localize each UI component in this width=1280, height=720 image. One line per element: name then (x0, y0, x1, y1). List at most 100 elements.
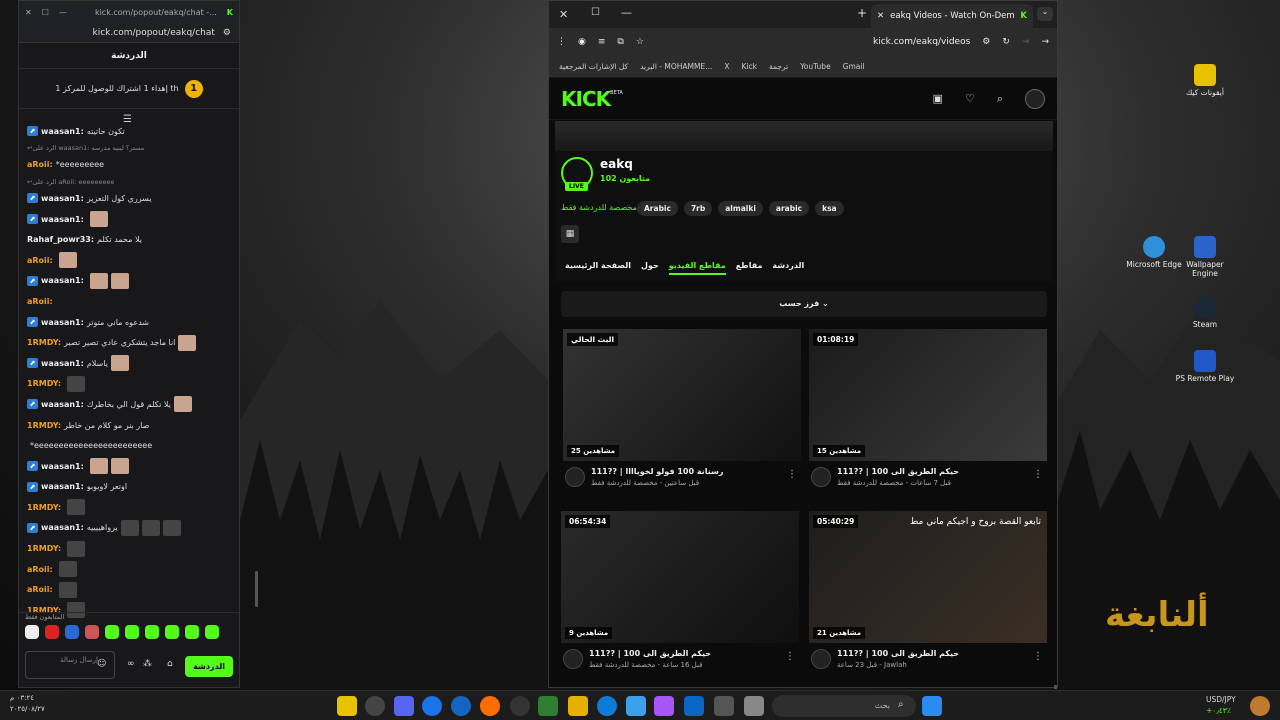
app-icon[interactable] (626, 696, 646, 716)
emote-icon[interactable] (25, 625, 39, 639)
following-heart-icon[interactable]: ♡ (965, 92, 975, 105)
store-icon[interactable] (714, 696, 734, 716)
chat-username[interactable]: waasan1: (41, 462, 84, 471)
chat-username[interactable]: waasan1: (41, 194, 84, 203)
chat-message[interactable]: ⬈ waasan1: (27, 456, 232, 477)
desktop-icon-steam[interactable]: Steam (1175, 296, 1235, 329)
app-icon[interactable] (538, 696, 558, 716)
video-card[interactable]: 01:08:19 15 مشاهدين حيكم الطريق الى 100 | … (809, 329, 1047, 487)
tag-chip[interactable]: Arabic (637, 201, 678, 216)
more-options-icon[interactable]: ⋮ (787, 469, 797, 480)
chat-message[interactable]: ⬈ waasan1: (27, 271, 232, 292)
gift-goal-banner[interactable]: إهداء 1 اشتراك للوصول للمركز 1 th 1 (19, 69, 239, 109)
emote-icon[interactable] (205, 625, 219, 639)
video-card[interactable]: 06:54:34 9 مشاهدين حيكم الطريق الى 100 | ?… (561, 511, 799, 669)
chat-message[interactable]: ⬈ waasan1: تكون حاتيته (27, 121, 232, 142)
minimize-icon[interactable]: — (59, 8, 67, 17)
sticky-notes-icon[interactable] (337, 696, 357, 716)
tab-close-icon[interactable]: ✕ (877, 11, 884, 21)
channel-tab[interactable]: مقاطع (736, 261, 763, 275)
chat-message[interactable]: Rahaf_powr33: يلا محمد تكلم (27, 229, 232, 250)
chat-urlbar[interactable]: kick.com/popout/eakq/chat ⚙ (19, 23, 239, 43)
channel-tab[interactable]: الصفحة الرئيسية (565, 261, 631, 275)
chrome-icon[interactable] (422, 696, 442, 716)
maximize-window-icon[interactable]: ☐ (591, 7, 600, 18)
tag-chip[interactable]: ksa (815, 201, 844, 216)
desktop-icon-wallpaper-engine[interactable]: Wallpaper Engine (1175, 236, 1235, 278)
chat-username[interactable]: Rahaf_powr33: (27, 235, 94, 244)
more-options-icon[interactable]: ⋮ (1033, 651, 1043, 662)
chat-message[interactable]: ⬈ waasan1: يرواهييييه (27, 518, 232, 539)
bookmark-item[interactable]: البريد - MOHAMME... (640, 62, 712, 71)
chat-username[interactable]: waasan1: (41, 400, 84, 409)
bookmark-item[interactable]: Kick (742, 62, 757, 71)
copilot-icon[interactable] (654, 696, 674, 716)
close-icon[interactable]: ✕ (25, 8, 32, 17)
chat-message[interactable]: 1RMDY: (27, 374, 232, 395)
user-avatar[interactable] (1025, 88, 1045, 109)
video-title[interactable]: حيكم الطريق الى 100 | ??111 (809, 649, 1047, 658)
gift-sub-icon[interactable]: ▦ (561, 225, 579, 243)
chat-message[interactable]: 1RMDY: (27, 538, 232, 559)
chat-username[interactable]: aRoii: (27, 256, 53, 265)
video-title[interactable]: حيكم الطريق الى 100 | ??111 (561, 649, 799, 658)
emote-icon[interactable] (65, 625, 79, 639)
emote-icon[interactable] (85, 625, 99, 639)
chat-username[interactable]: aRoii: (27, 160, 53, 169)
chat-url[interactable]: kick.com/popout/eakq/chat (93, 28, 215, 38)
chat-username[interactable]: 1RMDY: (27, 379, 61, 388)
page-scrollbar[interactable] (1054, 685, 1057, 689)
tab-eakq-videos[interactable]: ✕ eakq Videos - Watch On-Dema K (871, 4, 1033, 28)
clock[interactable]: ٠٣:٢٤ م ٢٠٢٥/٠٨/٢٧ (10, 693, 45, 715)
bookmark-star-icon[interactable]: ☆ (636, 37, 644, 47)
emote-icon[interactable] (45, 625, 59, 639)
chat-username[interactable]: 1RMDY: (27, 338, 61, 347)
forward-icon[interactable]: → (1022, 37, 1030, 47)
chat-message[interactable]: 1RMDY: انا ماجد يتشكري عادي تصير تصير (27, 332, 232, 353)
sort-dropdown[interactable]: فرز حسب ⌄ (561, 291, 1047, 317)
chat-username[interactable]: waasan1: (41, 523, 84, 532)
bookmark-item[interactable]: X (724, 62, 729, 71)
browse-icon[interactable]: ▣ (933, 92, 943, 105)
extensions-icon[interactable]: ⧉ (617, 37, 623, 47)
chat-username[interactable]: waasan1: (41, 482, 84, 491)
video-title[interactable]: حيكم الطريق الى 100 | ??111 (809, 467, 1047, 476)
chat-username[interactable]: 1RMDY: (27, 544, 61, 553)
emoji-picker-icon[interactable]: ☺ (97, 659, 106, 669)
widget-icon[interactable] (1250, 696, 1270, 716)
outlook-icon[interactable] (684, 696, 704, 716)
send-chat-button[interactable]: الدردشة (185, 656, 233, 677)
app-icon[interactable] (480, 696, 500, 716)
more-options-icon[interactable]: ⋮ (1033, 469, 1043, 480)
chat-message[interactable]: aRoii: (27, 250, 232, 271)
channel-avatar-small[interactable] (563, 649, 583, 669)
chat-message[interactable]: 1RMDY: (27, 497, 232, 518)
chat-message[interactable]: aRoii: (27, 579, 232, 600)
video-title[interactable]: رسنانة 100 فولو لخوياااا | ??111 (563, 467, 801, 476)
address-url[interactable]: kick.com/eakq/videos (656, 37, 970, 47)
bookmark-item[interactable]: ترجمة (769, 62, 788, 71)
chat-message[interactable]: ⬈ waasan1: ياسلام (27, 353, 232, 374)
file-explorer-icon[interactable] (568, 696, 588, 716)
channel-tab[interactable]: مقاطع الفيديو (668, 261, 726, 275)
chat-username[interactable]: aRoii: (27, 565, 53, 574)
app-icon[interactable] (744, 696, 764, 716)
emote-icon[interactable] (105, 625, 119, 639)
tag-chip[interactable]: almalki (718, 201, 763, 216)
search-icon[interactable]: ⌕ (997, 92, 1003, 106)
desktop-icon-kick-icons[interactable]: أيقونات كيك (1175, 64, 1235, 97)
gift-icon[interactable]: ⌂ (167, 659, 173, 669)
playlist-icon[interactable]: ≡ (598, 37, 606, 47)
nodes-icon[interactable]: ⁂ (143, 659, 152, 669)
tag-chip[interactable]: 7rb (683, 201, 713, 216)
hp-icon[interactable] (451, 696, 471, 716)
minimize-window-icon[interactable]: — (621, 6, 632, 19)
desktop-icon-ps-remote-play[interactable]: PS Remote Play (1175, 350, 1235, 383)
chat-message[interactable]: *eeeeeeeeeeeeeeeeeeeeeeee (27, 435, 232, 456)
chat-username[interactable]: aRoii: (27, 297, 53, 306)
more-options-icon[interactable]: ⋮ (785, 651, 795, 662)
taskbar-search[interactable]: بحث (772, 695, 916, 717)
chat-username[interactable]: aRoii: (27, 585, 53, 594)
chat-message[interactable]: ⬈ waasan1: اوتعر لاوبوبو (27, 477, 232, 498)
edge-icon[interactable] (597, 696, 617, 716)
